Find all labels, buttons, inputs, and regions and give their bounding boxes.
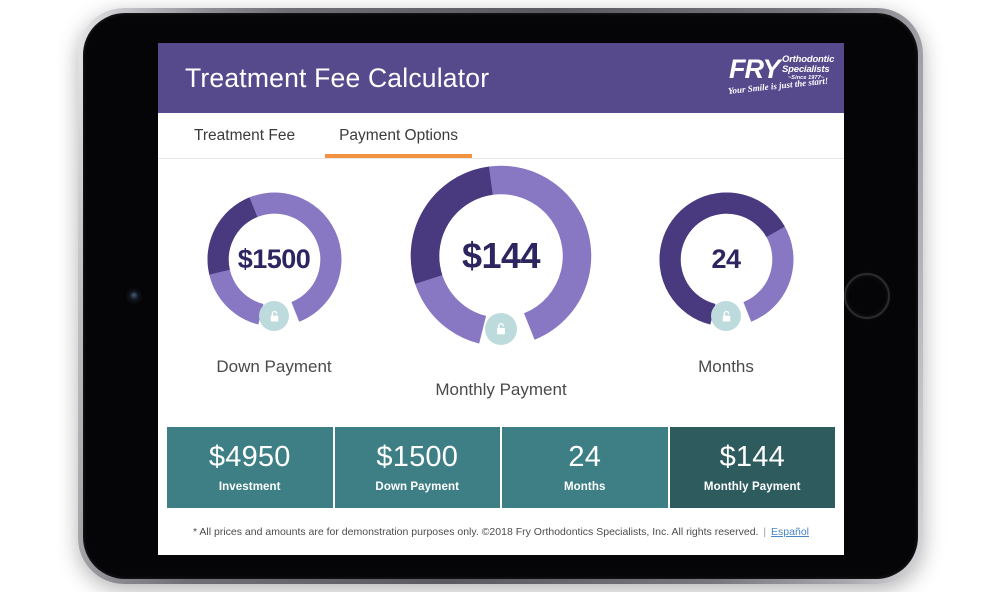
dial-down-payment[interactable]: $1500 Down Payment: [174, 189, 374, 377]
summary-cell-monthly-payment[interactable]: $144 Monthly Payment: [669, 427, 835, 508]
dial-months[interactable]: 24 Months: [626, 189, 826, 377]
tab-treatment-fee[interactable]: Treatment Fee: [180, 127, 309, 158]
logo-line-specialists: Specialists: [782, 64, 830, 75]
footer-disclaimer-row: * All prices and amounts are for demonst…: [193, 526, 809, 538]
tab-payment-options[interactable]: Payment Options: [325, 127, 472, 158]
summary-label-down-payment: Down Payment: [375, 480, 460, 493]
summary-bar: $4950 Investment $1500 Down Payment 24 M…: [166, 426, 836, 509]
dial-label-down-payment: Down Payment: [216, 357, 332, 376]
home-button[interactable]: [844, 273, 890, 319]
summary-value-investment: $4950: [208, 441, 291, 474]
tablet-screen-bezel: Treatment Fee Calculator FRY Orthodontic…: [83, 13, 918, 579]
app-footer: * All prices and amounts are for demonst…: [158, 509, 844, 555]
unlock-icon: [722, 310, 730, 321]
unlock-icon: [497, 322, 505, 335]
summary-cell-down-payment[interactable]: $1500 Down Payment: [335, 427, 502, 508]
dial-ring-months: 24: [656, 189, 797, 331]
summary-value-down-payment: $1500: [376, 441, 459, 474]
tablet-device: Treatment Fee Calculator FRY Orthodontic…: [78, 8, 923, 584]
summary-cell-months[interactable]: 24 Months: [502, 427, 670, 508]
front-camera-icon: [130, 292, 138, 300]
footer-disclaimer: * All prices and amounts are for demonst…: [192, 526, 759, 538]
summary-value-monthly-payment: $144: [719, 441, 785, 474]
unlock-icon-monthly-payment[interactable]: [485, 313, 517, 345]
summary-label-monthly-payment: Monthly Payment: [703, 480, 801, 493]
app-viewport: Treatment Fee Calculator FRY Orthodontic…: [158, 43, 844, 555]
unlock-icon-months[interactable]: [711, 301, 741, 331]
unlock-icon-down-payment[interactable]: [259, 301, 289, 331]
dial-label-months: Months: [698, 357, 754, 376]
unlock-icon: [270, 310, 278, 321]
fry-orthodontics-logo: FRY Orthodontic Specialists ~Since 1977~…: [724, 46, 836, 110]
summary-value-months: 24: [568, 441, 602, 474]
page-title: Treatment Fee Calculator: [185, 62, 490, 93]
summary-label-months: Months: [564, 480, 606, 493]
espanol-link[interactable]: Español: [771, 526, 809, 538]
summary-label-investment: Investment: [218, 480, 281, 493]
summary-cell-investment[interactable]: $4950 Investment: [167, 427, 335, 508]
dials-region: $1500 Down Payment $144 Monthly Payment …: [158, 159, 844, 426]
dial-monthly-payment[interactable]: $144 Monthly Payment: [390, 161, 612, 400]
dial-ring-down-payment: $1500: [204, 189, 345, 331]
footer-divider: |: [763, 526, 767, 538]
tab-bar: Treatment Fee Payment Options: [158, 113, 844, 159]
app-header: Treatment Fee Calculator FRY Orthodontic…: [158, 43, 844, 113]
dial-label-monthly-payment: Monthly Payment: [435, 380, 567, 399]
dial-ring-monthly-payment: $144: [406, 161, 596, 351]
